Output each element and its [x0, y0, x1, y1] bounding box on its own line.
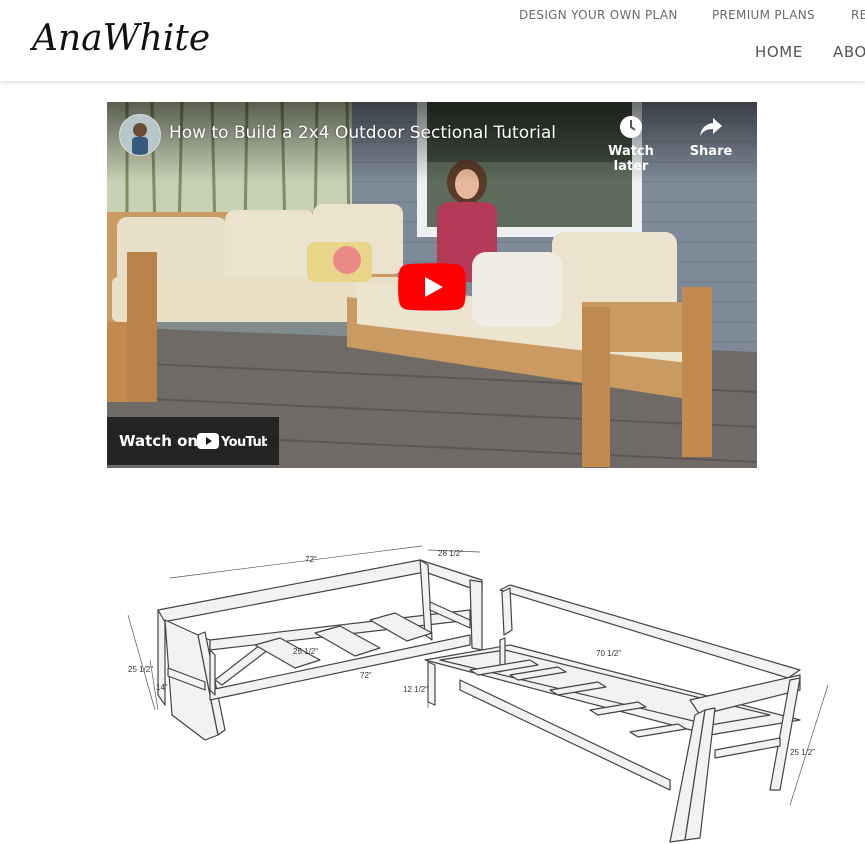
nav-re[interactable]: RE: [851, 8, 865, 22]
nav-design-your-own-plan[interactable]: DESIGN YOUR OWN PLAN: [519, 8, 678, 22]
site-header: AnaWhite DESIGN YOUR OWN PLAN PREMIUM PL…: [0, 0, 865, 81]
clock-icon: [620, 116, 642, 138]
watch-later-button[interactable]: Watch later: [591, 114, 671, 174]
watch-later-label: Watch later: [608, 144, 654, 174]
youtube-wordmark: YouTube: [220, 435, 267, 450]
dim-right-height: 25 1/2": [790, 748, 815, 757]
dim-back-length: 72": [305, 555, 317, 564]
nav-premium-plans[interactable]: PREMIUM PLANS: [712, 8, 815, 22]
channel-avatar[interactable]: [119, 114, 161, 156]
avatar-image: [120, 115, 160, 155]
watch-on-label: Watch on: [119, 432, 199, 450]
dim-right-seat-height: 12 1/2": [403, 685, 428, 694]
nav-home[interactable]: HOME: [755, 43, 803, 61]
dim-side-depth: 28 1/2": [438, 549, 463, 558]
share-button[interactable]: Share: [671, 114, 751, 159]
youtube-logo-icon: YouTube: [197, 433, 267, 450]
main-nav: HOME ABO: [0, 43, 865, 65]
dim-front-length: 72": [360, 671, 372, 680]
dim-right-length: 70 1/2": [596, 649, 621, 658]
play-button[interactable]: [398, 263, 466, 311]
sectional-plan-diagram: 72" 28 1/2" 25 1/2" 72" 25 1/2" 14" 70 1…: [127, 545, 829, 843]
dim-seat-depth: 25 1/2": [293, 647, 318, 656]
dim-height: 25 1/2": [128, 665, 153, 674]
youtube-video-embed[interactable]: How to Build a 2x4 Outdoor Sectional Tut…: [107, 102, 757, 468]
share-arrow-icon: [700, 118, 722, 136]
top-nav: DESIGN YOUR OWN PLAN PREMIUM PLANS RE: [0, 8, 865, 28]
nav-about[interactable]: ABO: [833, 43, 865, 61]
video-title[interactable]: How to Build a 2x4 Outdoor Sectional Tut…: [169, 123, 556, 143]
dim-seat-height: 14": [156, 683, 168, 692]
share-label: Share: [689, 144, 733, 159]
watch-on-youtube-button[interactable]: Watch on YouTube: [107, 417, 279, 465]
